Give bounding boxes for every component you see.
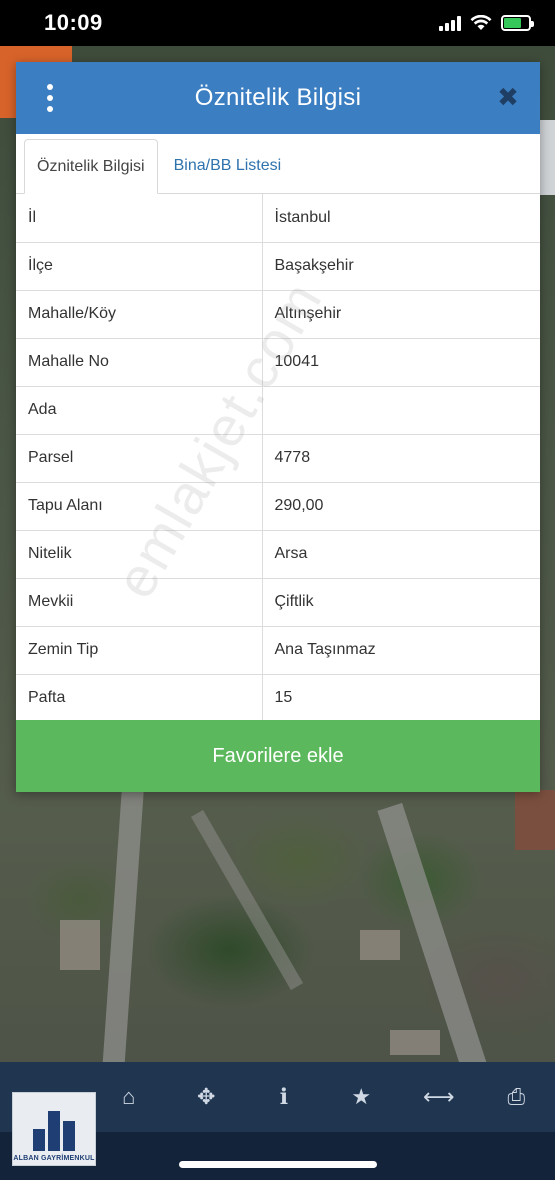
table-row: Parsel 4778	[16, 434, 540, 483]
attribute-value: 290,00	[262, 482, 540, 531]
attribute-value: 10041	[262, 338, 540, 387]
attribute-key: Tapu Alanı	[16, 482, 263, 531]
measure-icon[interactable]: ⟷	[419, 1084, 459, 1110]
table-row: Nitelik Arsa	[16, 530, 540, 579]
table-row: Zemin Tip Ana Taşınmaz	[16, 626, 540, 675]
status-icons	[439, 15, 534, 31]
map-road	[190, 809, 304, 991]
menu-dot-icon	[47, 95, 53, 101]
attribute-value: Çiftlik	[262, 578, 540, 627]
wifi-icon	[470, 15, 492, 30]
attribute-value	[262, 386, 540, 435]
dialog-title: Öznitelik Bilgisi	[194, 84, 362, 111]
table-row: Mahalle/Köy Altınşehir	[16, 290, 540, 339]
map-building	[515, 790, 555, 850]
attribute-key: Nitelik	[16, 530, 263, 579]
star-icon[interactable]: ★	[341, 1084, 381, 1110]
logo-text: ALBAN GAYRİMENKUL	[13, 1155, 95, 1162]
attribute-key: İl	[16, 194, 263, 243]
table-row: Pafta 15	[16, 674, 540, 723]
attribute-info-dialog: Öznitelik Bilgisi ✖ Öznitelik Bilgisi Bi…	[16, 62, 540, 792]
attribute-key: Mevkii	[16, 578, 263, 627]
table-row: Mevkii Çiftlik	[16, 578, 540, 627]
print-icon[interactable]: ⎙	[496, 1084, 536, 1110]
dialog-header: Öznitelik Bilgisi ✖	[16, 62, 540, 134]
crosshair-icon[interactable]: ✥	[186, 1084, 226, 1110]
battery-icon	[501, 15, 534, 31]
table-row: İl İstanbul	[16, 194, 540, 243]
attribute-key: Parsel	[16, 434, 263, 483]
status-time: 10:09	[44, 10, 103, 35]
map-building	[60, 920, 100, 970]
table-row: İlçe Başakşehir	[16, 242, 540, 291]
side-panel-strip	[540, 120, 555, 195]
attribute-key: Mahalle/Köy	[16, 290, 263, 339]
attribute-key: Mahalle No	[16, 338, 263, 387]
map-building	[390, 1030, 440, 1055]
building-logo-icon	[33, 1111, 75, 1151]
attribute-value: 4778	[262, 434, 540, 483]
map-building	[360, 930, 400, 960]
map-road	[102, 789, 144, 1071]
attribute-key: İlçe	[16, 242, 263, 291]
table-row: Mahalle No 10041	[16, 338, 540, 387]
attribute-value: Arsa	[262, 530, 540, 579]
info-icon[interactable]: ℹ	[264, 1084, 304, 1110]
menu-dot-icon	[47, 106, 53, 112]
home-indicator[interactable]	[179, 1161, 377, 1168]
more-menu-button[interactable]	[38, 84, 62, 112]
attribute-value: İstanbul	[262, 194, 540, 243]
tab-attribute-info[interactable]: Öznitelik Bilgisi	[24, 139, 158, 194]
attribute-table: İl İstanbul İlçe Başakşehir Mahalle/Köy …	[16, 194, 540, 723]
menu-dot-icon	[47, 84, 53, 90]
company-logo: ALBAN GAYRİMENKUL	[12, 1092, 96, 1166]
table-row: Tapu Alanı 290,00	[16, 482, 540, 531]
dialog-tabs: Öznitelik Bilgisi Bina/BB Listesi	[16, 134, 540, 194]
table-row: Ada	[16, 386, 540, 435]
tab-building-list[interactable]: Bina/BB Listesi	[158, 138, 294, 193]
attribute-value: 15	[262, 674, 540, 723]
attribute-key: Zemin Tip	[16, 626, 263, 675]
status-bar: 10:09	[0, 0, 555, 46]
home-icon[interactable]: ⌂	[109, 1084, 149, 1110]
close-icon[interactable]: ✖	[494, 82, 522, 112]
attribute-key: Pafta	[16, 674, 263, 723]
attribute-key: Ada	[16, 386, 263, 435]
attribute-value: Altınşehir	[262, 290, 540, 339]
add-to-favorites-button[interactable]: Favorilere ekle	[16, 720, 540, 792]
attribute-value: Başakşehir	[262, 242, 540, 291]
cellular-signal-icon	[439, 15, 461, 31]
attribute-value: Ana Taşınmaz	[262, 626, 540, 675]
